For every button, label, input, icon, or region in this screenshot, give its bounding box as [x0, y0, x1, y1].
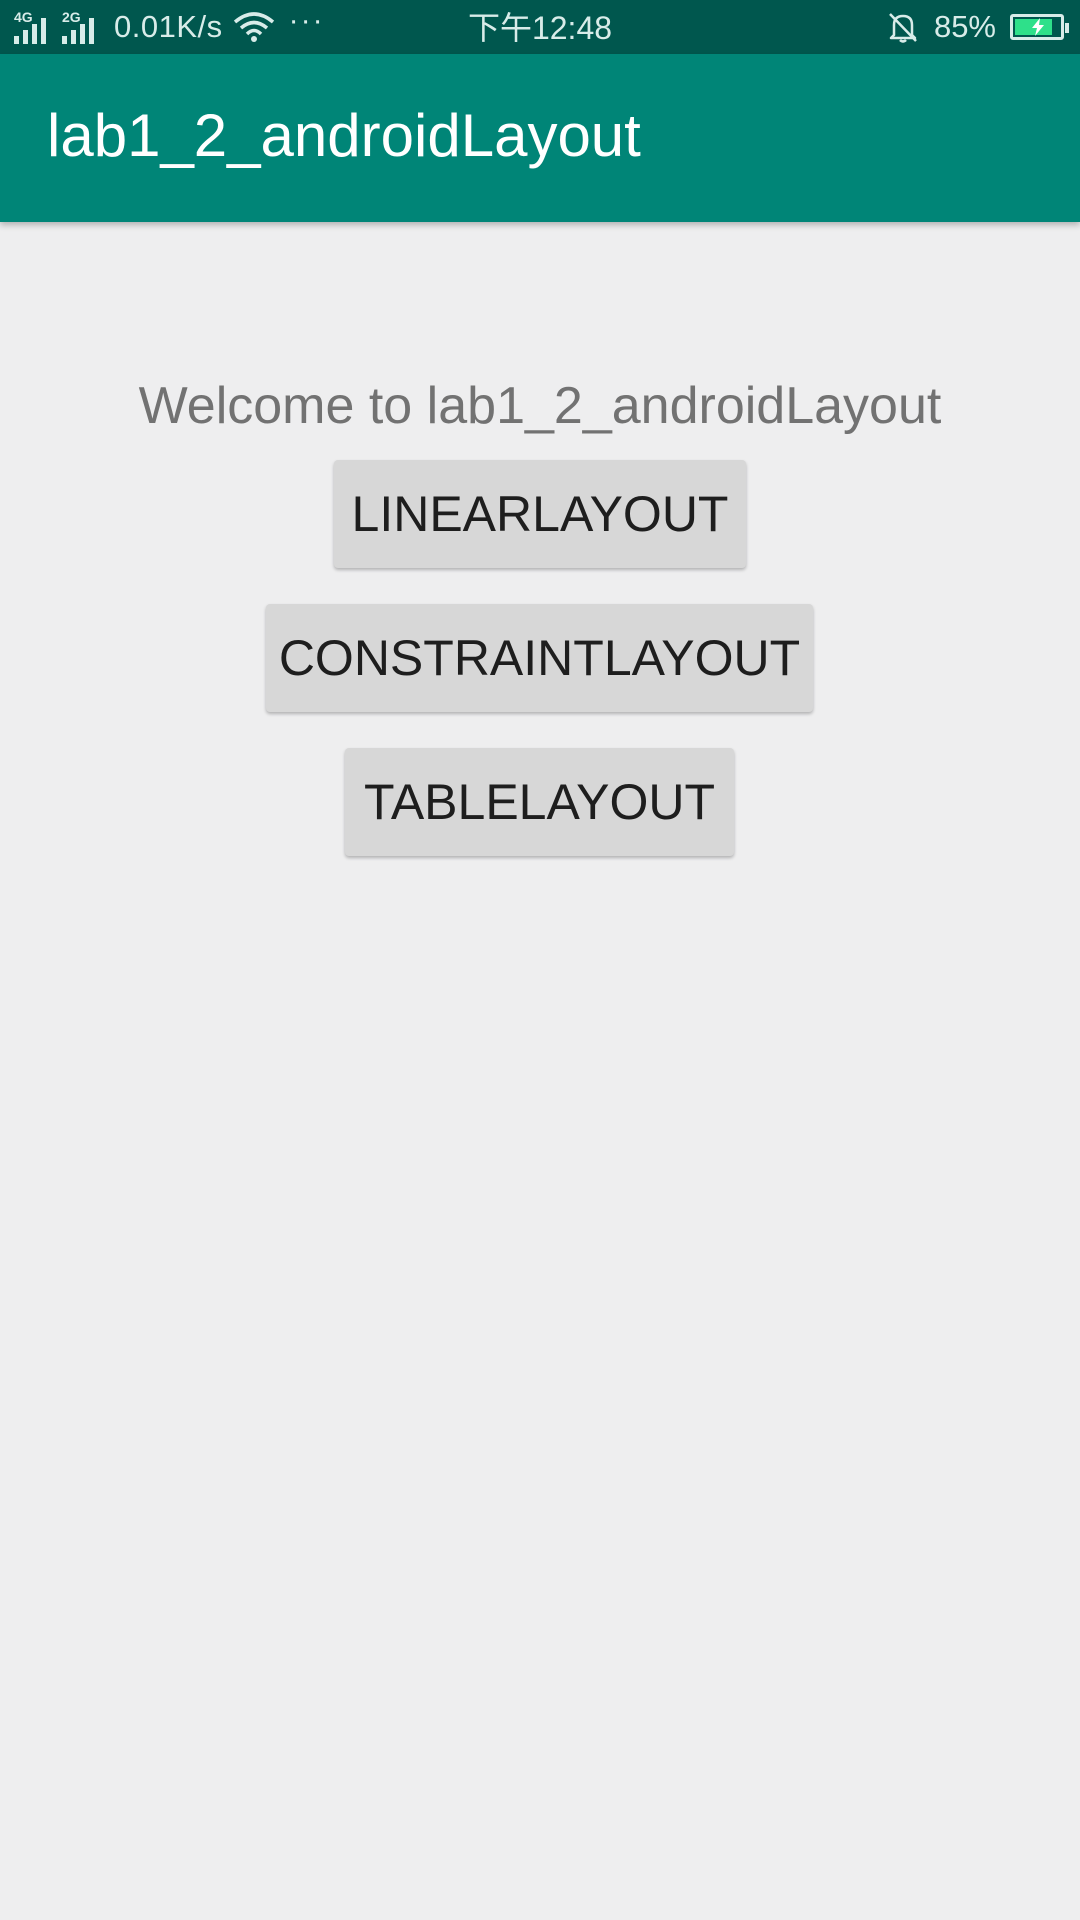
- charging-bolt-icon: [1032, 18, 1044, 36]
- bell-muted-icon: [889, 13, 917, 43]
- app-bar: lab1_2_androidLayout: [0, 54, 1080, 222]
- battery-charging-icon: [1010, 14, 1069, 40]
- app-title: lab1_2_androidLayout: [47, 102, 641, 169]
- signal-2g-icon: 2G: [62, 10, 104, 44]
- status-right: 85%: [886, 0, 1069, 54]
- network-speed: 0.01K/s: [114, 9, 223, 44]
- more-icon: ···: [288, 4, 325, 37]
- battery-percent: 85%: [933, 9, 996, 44]
- status-left: 4G 2G 0.01K/s ···: [14, 0, 325, 54]
- wifi-icon: [233, 12, 274, 42]
- status-bar: 4G 2G 0.01K/s ··· 下午12:48 85%: [0, 0, 1080, 54]
- signal-4g-icon: 4G: [14, 10, 56, 44]
- welcome-text: Welcome to lab1_2_androidLayout: [138, 377, 942, 435]
- tablelayout-button[interactable]: TABLELAYOUT: [345, 748, 734, 856]
- linearlayout-button[interactable]: LINEARLAYOUT: [334, 460, 746, 568]
- constraintlayout-button[interactable]: CONSTRAINTLAYOUT: [266, 604, 813, 712]
- main-content: Welcome to lab1_2_androidLayout LINEARLA…: [0, 222, 1080, 1920]
